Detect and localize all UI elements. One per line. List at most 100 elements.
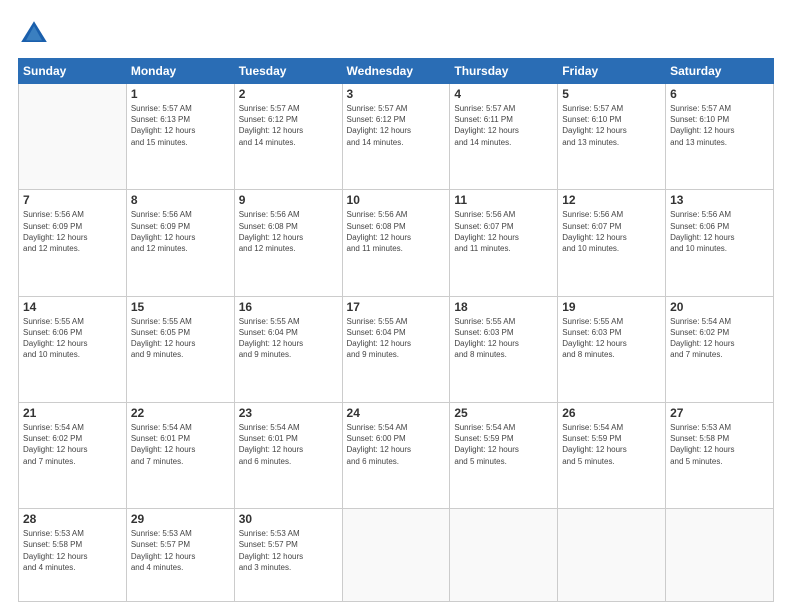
week-row-5: 28 Sunrise: 5:53 AM Sunset: 5:58 PM Dayli… bbox=[19, 509, 774, 602]
day-info: Sunrise: 5:55 AM Sunset: 6:03 PM Dayligh… bbox=[562, 316, 661, 361]
day-number: 26 bbox=[562, 406, 661, 420]
day-info: Sunrise: 5:55 AM Sunset: 6:06 PM Dayligh… bbox=[23, 316, 122, 361]
calendar-cell: 23 Sunrise: 5:54 AM Sunset: 6:01 PM Dayli… bbox=[234, 402, 342, 508]
day-info: Sunrise: 5:57 AM Sunset: 6:12 PM Dayligh… bbox=[239, 103, 338, 148]
day-info: Sunrise: 5:54 AM Sunset: 5:59 PM Dayligh… bbox=[562, 422, 661, 467]
day-number: 7 bbox=[23, 193, 122, 207]
day-number: 1 bbox=[131, 87, 230, 101]
day-number: 15 bbox=[131, 300, 230, 314]
calendar-cell: 3 Sunrise: 5:57 AM Sunset: 6:12 PM Daylig… bbox=[342, 84, 450, 190]
calendar-cell: 7 Sunrise: 5:56 AM Sunset: 6:09 PM Daylig… bbox=[19, 190, 127, 296]
calendar-cell: 30Sunrise: 5:53 AM Sunset: 5:57 PM Dayli… bbox=[234, 509, 342, 602]
day-info: Sunrise: 5:54 AM Sunset: 6:02 PM Dayligh… bbox=[23, 422, 122, 467]
calendar-cell: 27Sunrise: 5:53 AM Sunset: 5:58 PM Dayli… bbox=[666, 402, 774, 508]
calendar-cell bbox=[666, 509, 774, 602]
day-number: 22 bbox=[131, 406, 230, 420]
day-info: Sunrise: 5:56 AM Sunset: 6:09 PM Dayligh… bbox=[131, 209, 230, 254]
calendar-cell: 2 Sunrise: 5:57 AM Sunset: 6:12 PM Daylig… bbox=[234, 84, 342, 190]
calendar-cell: 18 Sunrise: 5:55 AM Sunset: 6:03 PM Dayli… bbox=[450, 296, 558, 402]
calendar-cell: 1 Sunrise: 5:57 AM Sunset: 6:13 PM Daylig… bbox=[126, 84, 234, 190]
day-info: Sunrise: 5:56 AM Sunset: 6:08 PM Dayligh… bbox=[239, 209, 338, 254]
day-number: 17 bbox=[347, 300, 446, 314]
day-number: 27 bbox=[670, 406, 769, 420]
day-number: 11 bbox=[454, 193, 553, 207]
calendar-cell: 15 Sunrise: 5:55 AM Sunset: 6:05 PM Dayli… bbox=[126, 296, 234, 402]
day-info: Sunrise: 5:55 AM Sunset: 6:05 PM Dayligh… bbox=[131, 316, 230, 361]
calendar-cell: 6 Sunrise: 5:57 AM Sunset: 6:10 PM Daylig… bbox=[666, 84, 774, 190]
day-number: 30 bbox=[239, 512, 338, 526]
day-info: Sunrise: 5:57 AM Sunset: 6:12 PM Dayligh… bbox=[347, 103, 446, 148]
week-row-4: 21 Sunrise: 5:54 AM Sunset: 6:02 PM Dayli… bbox=[19, 402, 774, 508]
day-number: 14 bbox=[23, 300, 122, 314]
day-info: Sunrise: 5:53 AM Sunset: 5:57 PM Dayligh… bbox=[131, 528, 230, 573]
day-info: Sunrise: 5:56 AM Sunset: 6:07 PM Dayligh… bbox=[562, 209, 661, 254]
day-number: 28 bbox=[23, 512, 122, 526]
calendar-cell bbox=[558, 509, 666, 602]
day-info: Sunrise: 5:57 AM Sunset: 6:13 PM Dayligh… bbox=[131, 103, 230, 148]
day-number: 3 bbox=[347, 87, 446, 101]
day-info: Sunrise: 5:53 AM Sunset: 5:58 PM Dayligh… bbox=[23, 528, 122, 573]
day-number: 29 bbox=[131, 512, 230, 526]
day-number: 8 bbox=[131, 193, 230, 207]
weekday-header-wednesday: Wednesday bbox=[342, 59, 450, 84]
calendar-cell: 11 Sunrise: 5:56 AM Sunset: 6:07 PM Dayli… bbox=[450, 190, 558, 296]
page: SundayMondayTuesdayWednesdayThursdayFrid… bbox=[0, 0, 792, 612]
day-number: 2 bbox=[239, 87, 338, 101]
day-info: Sunrise: 5:57 AM Sunset: 6:11 PM Dayligh… bbox=[454, 103, 553, 148]
day-info: Sunrise: 5:54 AM Sunset: 6:02 PM Dayligh… bbox=[670, 316, 769, 361]
weekday-header-sunday: Sunday bbox=[19, 59, 127, 84]
day-number: 24 bbox=[347, 406, 446, 420]
day-info: Sunrise: 5:54 AM Sunset: 6:00 PM Dayligh… bbox=[347, 422, 446, 467]
day-number: 6 bbox=[670, 87, 769, 101]
day-number: 13 bbox=[670, 193, 769, 207]
weekday-header-saturday: Saturday bbox=[666, 59, 774, 84]
weekday-header-monday: Monday bbox=[126, 59, 234, 84]
calendar-cell: 22 Sunrise: 5:54 AM Sunset: 6:01 PM Dayli… bbox=[126, 402, 234, 508]
day-info: Sunrise: 5:57 AM Sunset: 6:10 PM Dayligh… bbox=[562, 103, 661, 148]
day-number: 4 bbox=[454, 87, 553, 101]
calendar-cell bbox=[19, 84, 127, 190]
header bbox=[18, 18, 774, 50]
weekday-header-friday: Friday bbox=[558, 59, 666, 84]
weekday-header-tuesday: Tuesday bbox=[234, 59, 342, 84]
calendar-cell: 4 Sunrise: 5:57 AM Sunset: 6:11 PM Daylig… bbox=[450, 84, 558, 190]
calendar-cell: 28 Sunrise: 5:53 AM Sunset: 5:58 PM Dayli… bbox=[19, 509, 127, 602]
day-number: 12 bbox=[562, 193, 661, 207]
calendar-cell: 13Sunrise: 5:56 AM Sunset: 6:06 PM Dayli… bbox=[666, 190, 774, 296]
calendar-cell: 25 Sunrise: 5:54 AM Sunset: 5:59 PM Dayli… bbox=[450, 402, 558, 508]
calendar-cell: 12 Sunrise: 5:56 AM Sunset: 6:07 PM Dayli… bbox=[558, 190, 666, 296]
day-info: Sunrise: 5:55 AM Sunset: 6:03 PM Dayligh… bbox=[454, 316, 553, 361]
day-info: Sunrise: 5:57 AM Sunset: 6:10 PM Dayligh… bbox=[670, 103, 769, 148]
week-row-1: 1 Sunrise: 5:57 AM Sunset: 6:13 PM Daylig… bbox=[19, 84, 774, 190]
calendar-cell: 21 Sunrise: 5:54 AM Sunset: 6:02 PM Dayli… bbox=[19, 402, 127, 508]
day-number: 21 bbox=[23, 406, 122, 420]
day-info: Sunrise: 5:55 AM Sunset: 6:04 PM Dayligh… bbox=[347, 316, 446, 361]
day-info: Sunrise: 5:56 AM Sunset: 6:07 PM Dayligh… bbox=[454, 209, 553, 254]
calendar-cell: 29 Sunrise: 5:53 AM Sunset: 5:57 PM Dayli… bbox=[126, 509, 234, 602]
day-number: 5 bbox=[562, 87, 661, 101]
calendar-cell: 20 Sunrise: 5:54 AM Sunset: 6:02 PM Dayli… bbox=[666, 296, 774, 402]
weekday-header-thursday: Thursday bbox=[450, 59, 558, 84]
calendar-cell: 19 Sunrise: 5:55 AM Sunset: 6:03 PM Dayli… bbox=[558, 296, 666, 402]
day-number: 9 bbox=[239, 193, 338, 207]
day-info: Sunrise: 5:54 AM Sunset: 6:01 PM Dayligh… bbox=[131, 422, 230, 467]
header-row: SundayMondayTuesdayWednesdayThursdayFrid… bbox=[19, 59, 774, 84]
day-number: 23 bbox=[239, 406, 338, 420]
calendar-cell: 9 Sunrise: 5:56 AM Sunset: 6:08 PM Daylig… bbox=[234, 190, 342, 296]
week-row-2: 7 Sunrise: 5:56 AM Sunset: 6:09 PM Daylig… bbox=[19, 190, 774, 296]
calendar-cell: 10Sunrise: 5:56 AM Sunset: 6:08 PM Dayli… bbox=[342, 190, 450, 296]
day-number: 16 bbox=[239, 300, 338, 314]
day-info: Sunrise: 5:56 AM Sunset: 6:09 PM Dayligh… bbox=[23, 209, 122, 254]
day-number: 25 bbox=[454, 406, 553, 420]
calendar-cell bbox=[342, 509, 450, 602]
week-row-3: 14 Sunrise: 5:55 AM Sunset: 6:06 PM Dayli… bbox=[19, 296, 774, 402]
calendar-cell: 5 Sunrise: 5:57 AM Sunset: 6:10 PM Daylig… bbox=[558, 84, 666, 190]
day-number: 18 bbox=[454, 300, 553, 314]
calendar-cell: 26 Sunrise: 5:54 AM Sunset: 5:59 PM Dayli… bbox=[558, 402, 666, 508]
day-number: 19 bbox=[562, 300, 661, 314]
day-number: 20 bbox=[670, 300, 769, 314]
day-info: Sunrise: 5:54 AM Sunset: 5:59 PM Dayligh… bbox=[454, 422, 553, 467]
calendar-cell: 14 Sunrise: 5:55 AM Sunset: 6:06 PM Dayli… bbox=[19, 296, 127, 402]
day-info: Sunrise: 5:54 AM Sunset: 6:01 PM Dayligh… bbox=[239, 422, 338, 467]
day-info: Sunrise: 5:55 AM Sunset: 6:04 PM Dayligh… bbox=[239, 316, 338, 361]
